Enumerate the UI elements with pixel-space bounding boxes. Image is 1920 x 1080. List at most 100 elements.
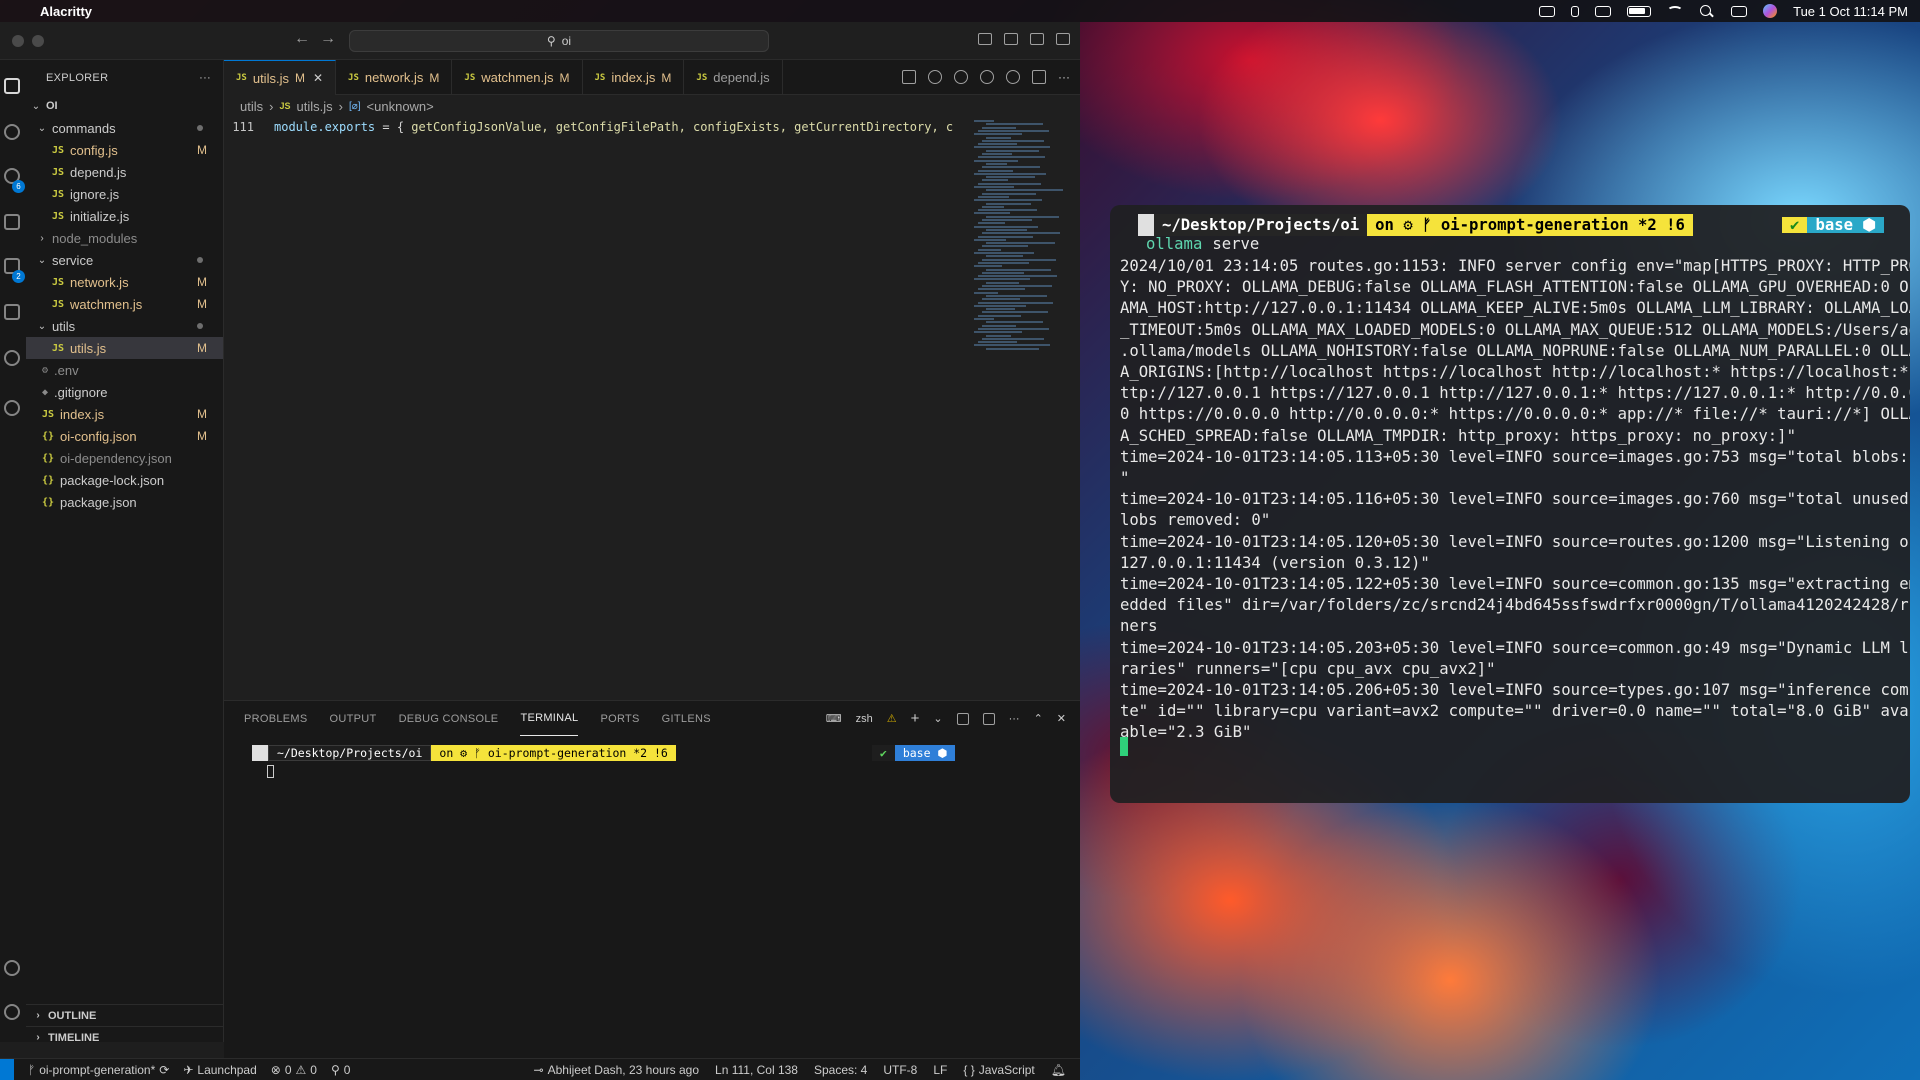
previous-change-icon[interactable] (954, 70, 968, 84)
active-app-name[interactable]: Alacritty (40, 4, 92, 19)
panel-tab-problems[interactable]: PROBLEMS (244, 701, 308, 736)
alacritty-terminal-window[interactable]: ~/Desktop/Projects/oi on ⚙ ᚠ oi-prompt-g… (1110, 205, 1910, 803)
problems-item[interactable]: ⊗ 0 ⚠ 0 (271, 1063, 317, 1077)
maximize-panel-icon[interactable]: ⌃ (1034, 712, 1043, 725)
split-terminal-icon[interactable] (956, 712, 969, 725)
explorer-file[interactable]: JS watchmen.js M (26, 293, 223, 315)
code-text[interactable]: module.exports = { getConfigJsonValue, g… (264, 120, 964, 134)
explorer-more-actions-icon[interactable]: ··· (199, 72, 211, 84)
search-view-icon[interactable] (4, 124, 20, 140)
settings-gear-icon[interactable] (4, 1004, 20, 1020)
kill-terminal-icon[interactable] (982, 712, 995, 725)
explorer-file[interactable]: {} oi-dependency.json (26, 447, 223, 469)
breadcrumb-file[interactable]: utils.js (296, 99, 332, 114)
explorer-root-folder[interactable]: ⌄ OI (26, 95, 223, 117)
explorer-file[interactable]: JS depend.js (26, 161, 223, 183)
minimap-line (978, 209, 1037, 212)
explorer-file[interactable]: JS index.js M (26, 403, 223, 425)
git-blame-label: Abhijeet Dash, 23 hours ago (547, 1062, 700, 1077)
explorer-folder[interactable]: ⌄ utils (26, 315, 223, 337)
panel-tab-debug-console[interactable]: DEBUG CONSOLE (399, 701, 499, 736)
close-panel-icon[interactable]: ✕ (1057, 712, 1066, 725)
compare-changes-icon[interactable] (902, 70, 916, 84)
more-actions-icon[interactable]: ··· (1058, 70, 1070, 84)
menubar-clock[interactable]: Tue 1 Oct 11:14 PM (1793, 4, 1908, 19)
bluetooth-icon[interactable] (1571, 5, 1580, 17)
explorer-file[interactable]: JS initialize.js (26, 205, 223, 227)
gitlens-icon[interactable] (4, 350, 20, 366)
git-branch-item[interactable]: ᚠ oi-prompt-generation* ⟳ (28, 1063, 169, 1077)
display-icon[interactable] (1595, 5, 1612, 17)
explorer-file[interactable]: {} package-lock.json (26, 469, 223, 491)
more-actions-icon[interactable]: ··· (1009, 713, 1020, 725)
explorer-folder[interactable]: ⌄ service (26, 249, 223, 271)
code-line[interactable]: 111 module.exports = { getConfigJsonValu… (224, 117, 1080, 136)
explorer-file[interactable]: JS utils.js M (26, 337, 223, 359)
wifi-icon[interactable] (1667, 6, 1684, 16)
customize-layout-icon[interactable] (1056, 33, 1070, 45)
explorer-file[interactable]: ⚙ .env (26, 359, 223, 381)
explorer-folder[interactable]: ⌄ commands (26, 117, 223, 139)
language-mode[interactable]: { } JavaScript (963, 1063, 1034, 1077)
open-changes-icon[interactable] (928, 70, 942, 84)
encoding[interactable]: UTF-8 (883, 1063, 917, 1077)
remote-indicator[interactable] (0, 1058, 14, 1080)
indentation[interactable]: Spaces: 4 (814, 1063, 867, 1077)
run-debug-icon[interactable] (4, 214, 20, 230)
menubar-extra-icon[interactable] (1539, 5, 1556, 17)
panel-tab-gitlens[interactable]: GITLENS (662, 701, 711, 736)
toggle-sidebar-icon[interactable] (978, 33, 992, 45)
editor-tab[interactable]: JS watchmen.js M (452, 60, 583, 95)
editor-tab[interactable]: JS index.js M (583, 60, 685, 95)
breadcrumb-folder[interactable]: utils (240, 99, 263, 114)
explorer-folder[interactable]: › node_modules (26, 227, 223, 249)
editor-tab[interactable]: JS depend.js (684, 60, 783, 95)
timeline-icon[interactable] (4, 400, 20, 416)
close-tab-icon[interactable]: ✕ (313, 71, 323, 85)
explorer-file[interactable]: JS ignore.js (26, 183, 223, 205)
minimap[interactable] (974, 120, 1064, 360)
tree-item-label: package.json (60, 494, 137, 510)
close-window-button[interactable] (12, 35, 24, 47)
notifications-bell-icon[interactable]: 🔔︎ (1051, 1063, 1066, 1077)
explorer-file[interactable]: ◆ .gitignore (26, 381, 223, 403)
new-terminal-icon[interactable]: + (911, 710, 920, 727)
toggle-secondary-sidebar-icon[interactable] (1030, 33, 1044, 45)
gitlens-launchpad-item[interactable]: ✈ Launchpad (183, 1063, 256, 1077)
go-back-icon[interactable]: ← (294, 30, 310, 48)
explorer-file[interactable]: {} package.json (26, 491, 223, 513)
minimize-window-button[interactable] (32, 35, 44, 47)
explorer-file[interactable]: JS network.js M (26, 271, 223, 293)
split-editor-icon[interactable] (1032, 70, 1046, 84)
editor-tab[interactable]: JS utils.js M ✕ (224, 60, 337, 95)
spotlight-search-icon[interactable] (1699, 5, 1715, 17)
toggle-panel-icon[interactable] (1004, 33, 1018, 45)
explorer-file[interactable]: {} oi-config.json M (26, 425, 223, 447)
explorer-icon[interactable] (4, 78, 20, 94)
battery-icon[interactable] (1627, 5, 1652, 17)
panel-tab-terminal[interactable]: TERMINAL (520, 701, 579, 736)
outline-section[interactable]: › OUTLINE (26, 1004, 224, 1026)
control-center-icon[interactable] (1731, 5, 1748, 17)
gitlens-history-icon[interactable] (1006, 70, 1020, 84)
breadcrumb-symbol[interactable]: <unknown> (367, 99, 434, 114)
explorer-file[interactable]: JS config.js M (26, 139, 223, 161)
account-icon[interactable] (4, 960, 20, 976)
end-of-line[interactable]: LF (933, 1063, 947, 1077)
next-change-icon[interactable] (980, 70, 994, 84)
siri-icon[interactable] (1763, 4, 1778, 18)
editor-tab[interactable]: JS network.js M (336, 60, 453, 95)
chevron-right-icon: › (338, 98, 343, 114)
go-forward-icon[interactable]: → (320, 30, 336, 48)
cursor-position[interactable]: Ln 111, Col 138 (715, 1063, 798, 1077)
chevron-down-icon[interactable]: ⌄ (933, 712, 942, 725)
timeline-section[interactable]: › TIMELINE (26, 1026, 224, 1048)
git-modified-badge: M (197, 297, 207, 311)
terminal-shell-name[interactable]: zsh (856, 713, 873, 725)
panel-tab-output[interactable]: OUTPUT (330, 701, 377, 736)
remote-explorer-icon[interactable] (4, 304, 20, 320)
panel-tab-ports[interactable]: PORTS (600, 701, 639, 736)
ports-item[interactable]: ⚲ 0 (331, 1063, 350, 1077)
git-blame-item[interactable]: ⊸ Abhijeet Dash, 23 hours ago (534, 1063, 700, 1077)
command-center-search[interactable]: ⚲ oi (349, 30, 769, 52)
